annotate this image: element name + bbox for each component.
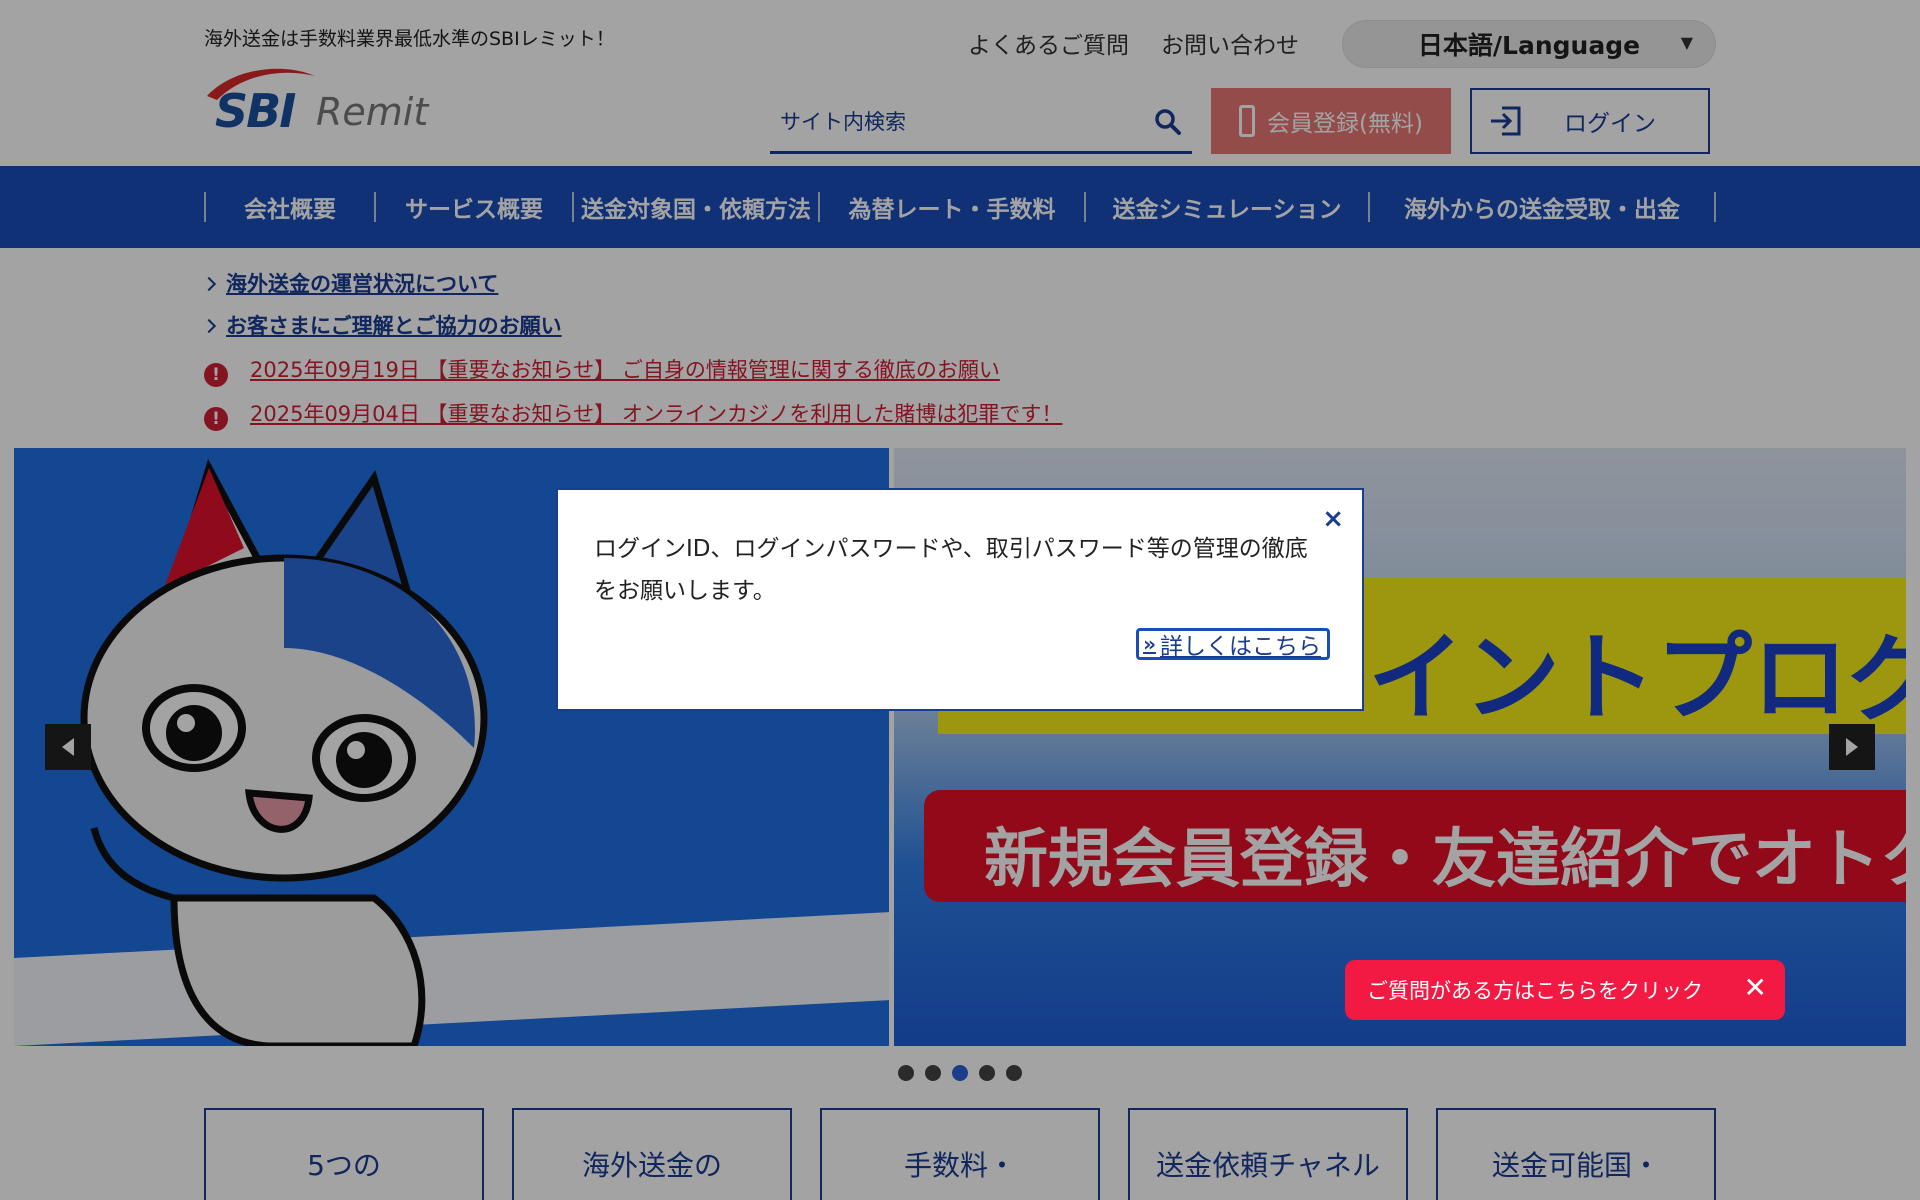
security-notice-modal: × ログインID、ログインパスワードや、取引パスワード等の管理の徹底をお願いしま… — [556, 488, 1364, 711]
chat-help-button[interactable]: ご質問がある方はこちらをクリック ✕ — [1345, 960, 1785, 1020]
double-chevron-right-icon: » — [1143, 632, 1156, 656]
modal-message: ログインID、ログインパスワードや、取引パスワード等の管理の徹底をお願いします。 — [594, 536, 1308, 604]
close-icon[interactable]: × — [1322, 504, 1344, 534]
close-icon[interactable]: ✕ — [1744, 974, 1767, 1002]
chat-help-label: ご質問がある方はこちらをクリック — [1367, 979, 1703, 1003]
details-link-label: 詳しくはこちら — [1160, 634, 1321, 660]
details-link[interactable]: » 詳しくはこちら — [1136, 628, 1330, 660]
